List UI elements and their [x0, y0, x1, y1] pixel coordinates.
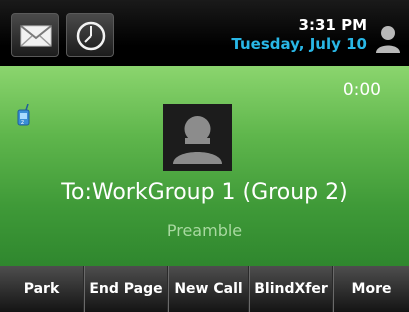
clock-date: Tuesday, July 10: [231, 35, 367, 53]
user-icon[interactable]: [375, 24, 401, 54]
call-timer: 0:00: [342, 80, 381, 100]
paging-line-icon: z: [17, 104, 30, 126]
svg-text:z: z: [21, 119, 24, 126]
status-bar: 3:31 PM Tuesday, July 10: [0, 0, 409, 66]
softkey-blind-transfer[interactable]: BlindXfer: [249, 266, 333, 312]
messages-button[interactable]: [11, 13, 59, 57]
softkey-bar: Park End Page New Call BlindXfer More: [0, 266, 409, 312]
softkey-new-call[interactable]: New Call: [168, 266, 249, 312]
call-status-label: Preamble: [166, 221, 243, 240]
softkey-end-page[interactable]: End Page: [84, 266, 168, 312]
clock-button[interactable]: [66, 13, 114, 57]
contact-avatar-icon: [173, 116, 222, 164]
envelope-icon: [20, 25, 52, 47]
contact-avatar: [163, 104, 232, 171]
call-target-label: To:WorkGroup 1 (Group 2): [61, 180, 348, 205]
active-call-panel: 0:00 z To:WorkGroup 1 (Group 2) Preamble: [0, 66, 409, 266]
softkey-more[interactable]: More: [333, 266, 409, 312]
clock-time: 3:31 PM: [298, 16, 367, 34]
clock-icon: [76, 21, 106, 51]
softkey-park[interactable]: Park: [0, 266, 84, 312]
